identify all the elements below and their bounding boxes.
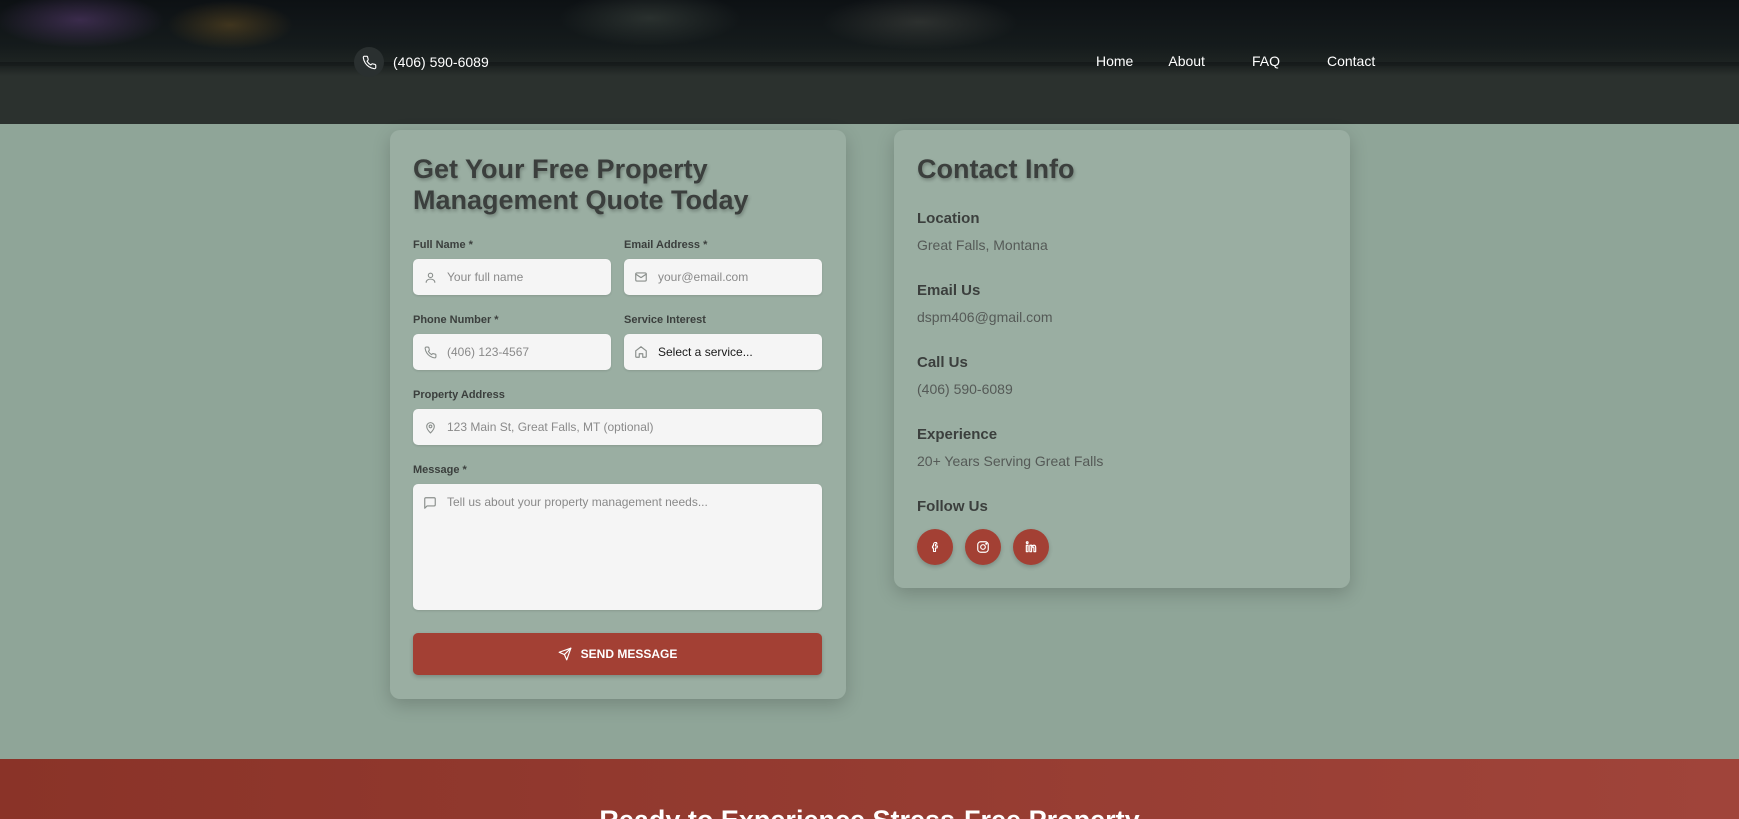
address-input[interactable]	[447, 409, 822, 445]
facebook-icon	[931, 541, 939, 553]
header-background-image	[0, 0, 1739, 66]
full-name-input[interactable]	[447, 259, 611, 295]
phone-icon	[354, 47, 384, 77]
home-icon	[624, 345, 658, 359]
facebook-button[interactable]	[917, 529, 953, 565]
contact-info-title: Contact Info	[917, 154, 1075, 184]
service-label: Service Interest	[624, 314, 706, 326]
user-icon	[413, 271, 447, 284]
form-title: Get Your Free Property Management Quote …	[413, 154, 749, 215]
instagram-icon	[977, 541, 989, 553]
phone-input[interactable]	[447, 334, 611, 370]
linkedin-button[interactable]	[1013, 529, 1049, 565]
send-icon	[558, 647, 572, 661]
map-pin-icon	[413, 421, 447, 434]
message-icon	[413, 496, 447, 510]
site-header: (406) 590-6089 Home About FAQ Contact	[0, 0, 1739, 124]
phone-field[interactable]	[413, 334, 611, 370]
instagram-button[interactable]	[965, 529, 1001, 565]
cta-banner-title: Ready to Experience Stress-Free Property	[0, 805, 1739, 819]
nav-home[interactable]: Home	[1096, 53, 1133, 69]
email-label: Email Address *	[624, 239, 708, 251]
nav-faq[interactable]: FAQ	[1252, 53, 1280, 69]
call-value[interactable]: (406) 590-6089	[917, 381, 1013, 397]
follow-heading: Follow Us	[917, 498, 988, 515]
email-heading: Email Us	[917, 282, 981, 299]
service-select[interactable]: Select a service...	[624, 334, 822, 370]
full-name-field[interactable]	[413, 259, 611, 295]
contact-info-card: Contact Info Location Great Falls, Monta…	[894, 130, 1350, 588]
send-message-label: SEND MESSAGE	[580, 647, 678, 661]
address-field[interactable]	[413, 409, 822, 445]
location-heading: Location	[917, 210, 980, 227]
cta-banner: Ready to Experience Stress-Free Property	[0, 759, 1739, 819]
mail-icon	[624, 270, 658, 284]
main-nav: Home About FAQ Contact	[1096, 53, 1375, 69]
message-label: Message *	[413, 464, 467, 476]
linkedin-icon	[1025, 541, 1037, 553]
message-textarea[interactable]	[447, 484, 822, 610]
header-phone-number[interactable]: (406) 590-6089	[393, 54, 489, 70]
location-value: Great Falls, Montana	[917, 237, 1048, 253]
service-select-value[interactable]: Select a service...	[658, 334, 822, 370]
full-name-label: Full Name *	[413, 239, 473, 251]
email-field[interactable]	[624, 259, 822, 295]
email-value[interactable]: dspm406@gmail.com	[917, 309, 1053, 325]
send-message-button[interactable]: SEND MESSAGE	[413, 633, 822, 675]
nav-contact[interactable]: Contact	[1327, 53, 1375, 69]
experience-heading: Experience	[917, 426, 998, 443]
nav-about[interactable]: About	[1168, 53, 1205, 69]
experience-value: 20+ Years Serving Great Falls	[917, 453, 1104, 469]
call-heading: Call Us	[917, 354, 968, 371]
phone-label: Phone Number *	[413, 314, 499, 326]
quote-form-card: Get Your Free Property Management Quote …	[390, 130, 846, 699]
email-input[interactable]	[658, 259, 822, 295]
address-label: Property Address	[413, 389, 505, 401]
header-phone[interactable]: (406) 590-6089	[354, 47, 489, 77]
phone-icon	[413, 346, 447, 359]
message-field[interactable]	[413, 484, 822, 610]
